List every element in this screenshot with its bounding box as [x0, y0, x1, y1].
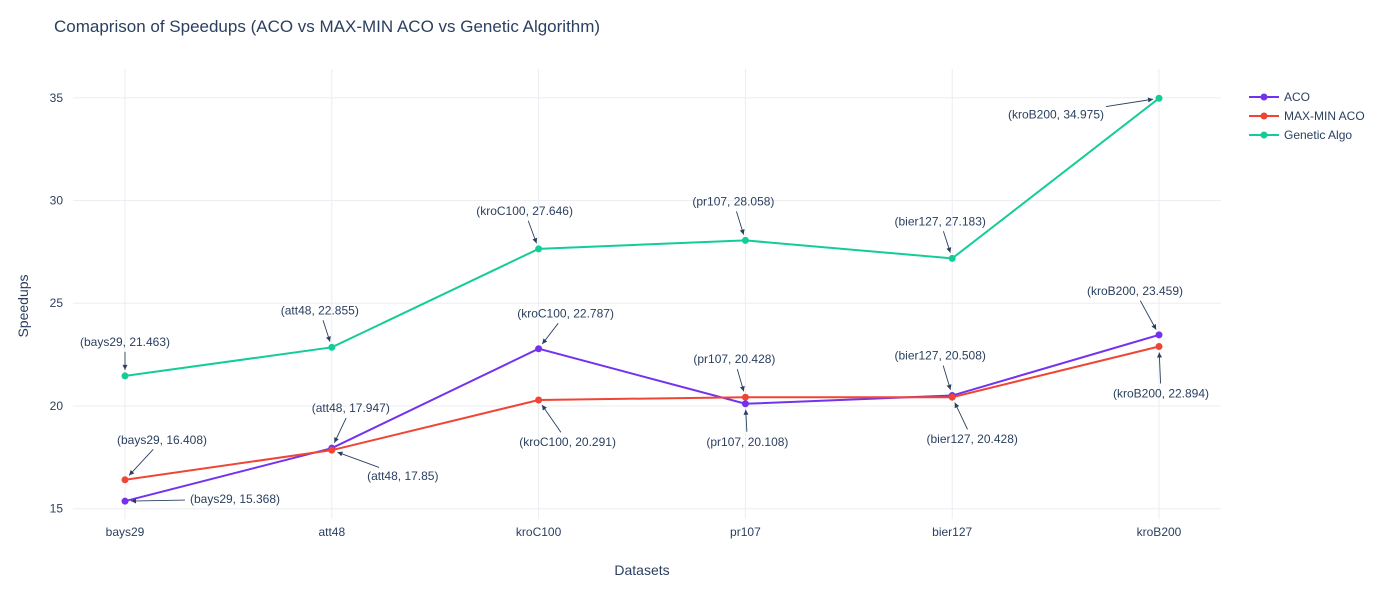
data-point[interactable] — [741, 393, 749, 401]
annotation-label: (att48, 17.947) — [312, 401, 390, 415]
x-tick-labels: bays29 att48 kroC100 pr107 bier127 kroB200 — [106, 525, 1182, 539]
x-tick-label: pr107 — [730, 525, 761, 539]
annotation-arrowhead — [946, 247, 952, 253]
y-tick-label: 20 — [50, 399, 64, 413]
annotation-arrow — [1105, 98, 1154, 107]
annotation-label: (bier127, 20.508) — [894, 349, 985, 363]
annotation-label: (kroB200, 22.894) — [1113, 387, 1209, 401]
y-axis-title: Speedups — [15, 274, 31, 337]
data-point[interactable] — [121, 372, 129, 380]
annotation-arrowhead — [739, 385, 745, 392]
legend-item[interactable]: ACO — [1249, 90, 1310, 104]
annotation-arrowhead — [946, 384, 952, 390]
chart-title: Comaprison of Speedups (ACO vs MAX-MIN A… — [54, 17, 600, 36]
legend-label: Genetic Algo — [1284, 128, 1352, 142]
data-point[interactable] — [948, 393, 956, 401]
x-tick-label: att48 — [318, 525, 345, 539]
legend-swatch-marker — [1260, 131, 1268, 139]
annotation-arrowhead — [743, 409, 749, 415]
annotation-label: (kroC100, 20.291) — [519, 435, 616, 449]
annotation-label: (att48, 17.85) — [367, 469, 438, 483]
data-point[interactable] — [1155, 331, 1163, 339]
data-point[interactable] — [535, 345, 543, 353]
annotation-arrowhead — [122, 364, 128, 370]
annotation-arrowhead — [326, 336, 331, 342]
annotation-arrow — [337, 451, 380, 468]
annotation-label: (kroB200, 34.975) — [1008, 107, 1104, 121]
x-axis-title: Datasets — [614, 562, 669, 578]
legend-swatch-marker — [1260, 93, 1268, 101]
annotation-label: (kroC100, 22.787) — [517, 307, 614, 321]
annotation-label: (pr107, 20.108) — [706, 435, 788, 449]
annotation-label: (bays29, 15.368) — [190, 492, 280, 506]
data-point[interactable] — [121, 476, 129, 484]
data-point[interactable] — [741, 400, 749, 408]
legend-item[interactable]: MAX-MIN ACO — [1249, 109, 1365, 123]
x-tick-label: bier127 — [932, 525, 972, 539]
annotation-arrowhead — [542, 338, 548, 344]
legend-label: ACO — [1284, 90, 1310, 104]
series-line — [124, 97, 1160, 377]
y-tick-label: 30 — [50, 194, 64, 208]
x-tick-label: bays29 — [106, 525, 145, 539]
annotation-arrow — [130, 499, 186, 502]
y-tick-label: 35 — [50, 91, 64, 105]
annotation-label: (pr107, 20.428) — [693, 352, 775, 366]
legend-label: MAX-MIN ACO — [1284, 109, 1365, 123]
grid-lines — [73, 69, 1221, 519]
data-point[interactable] — [948, 254, 956, 262]
series-line — [124, 345, 1160, 481]
data-point[interactable] — [535, 245, 543, 253]
annotation-arrow — [128, 448, 154, 476]
legend-item[interactable]: Genetic Algo — [1249, 128, 1352, 142]
annotation-label: (bays29, 16.408) — [117, 433, 207, 447]
annotation-label: (att48, 22.855) — [281, 303, 359, 317]
legend-swatch-marker — [1260, 112, 1268, 120]
annotations: (bays29, 21.463) (att48, 22.855) (kroC100,… — [80, 97, 1209, 506]
y-tick-labels: 15 20 25 30 35 — [50, 91, 64, 516]
annotation-label: (bays29, 21.463) — [80, 335, 170, 349]
data-point[interactable] — [328, 446, 336, 454]
annotation-arrowhead — [1156, 352, 1162, 358]
data-point[interactable] — [1155, 343, 1163, 351]
annotation-label: (kroC100, 27.646) — [476, 204, 573, 218]
speedup-line-chart: (bays29, 21.463) (att48, 22.855) (kroC100,… — [15, 17, 1365, 578]
y-tick-label: 15 — [50, 502, 64, 516]
y-tick-label: 25 — [50, 296, 64, 310]
x-tick-label: kroC100 — [516, 525, 562, 539]
data-point[interactable] — [741, 236, 749, 244]
x-tick-label: kroB200 — [1137, 525, 1182, 539]
annotation-label: (bier127, 27.183) — [894, 214, 985, 228]
data-point[interactable] — [328, 343, 336, 351]
data-point[interactable] — [121, 497, 129, 505]
series-line — [124, 333, 1160, 503]
legend[interactable]: ACO MAX-MIN ACO Genetic Algo — [1249, 90, 1365, 142]
data-point[interactable] — [535, 396, 543, 404]
annotation-label: (kroB200, 23.459) — [1087, 284, 1183, 298]
annotation-label: (pr107, 28.058) — [692, 194, 774, 208]
data-point[interactable] — [1155, 94, 1163, 102]
annotation-label: (bier127, 20.428) — [926, 432, 1017, 446]
